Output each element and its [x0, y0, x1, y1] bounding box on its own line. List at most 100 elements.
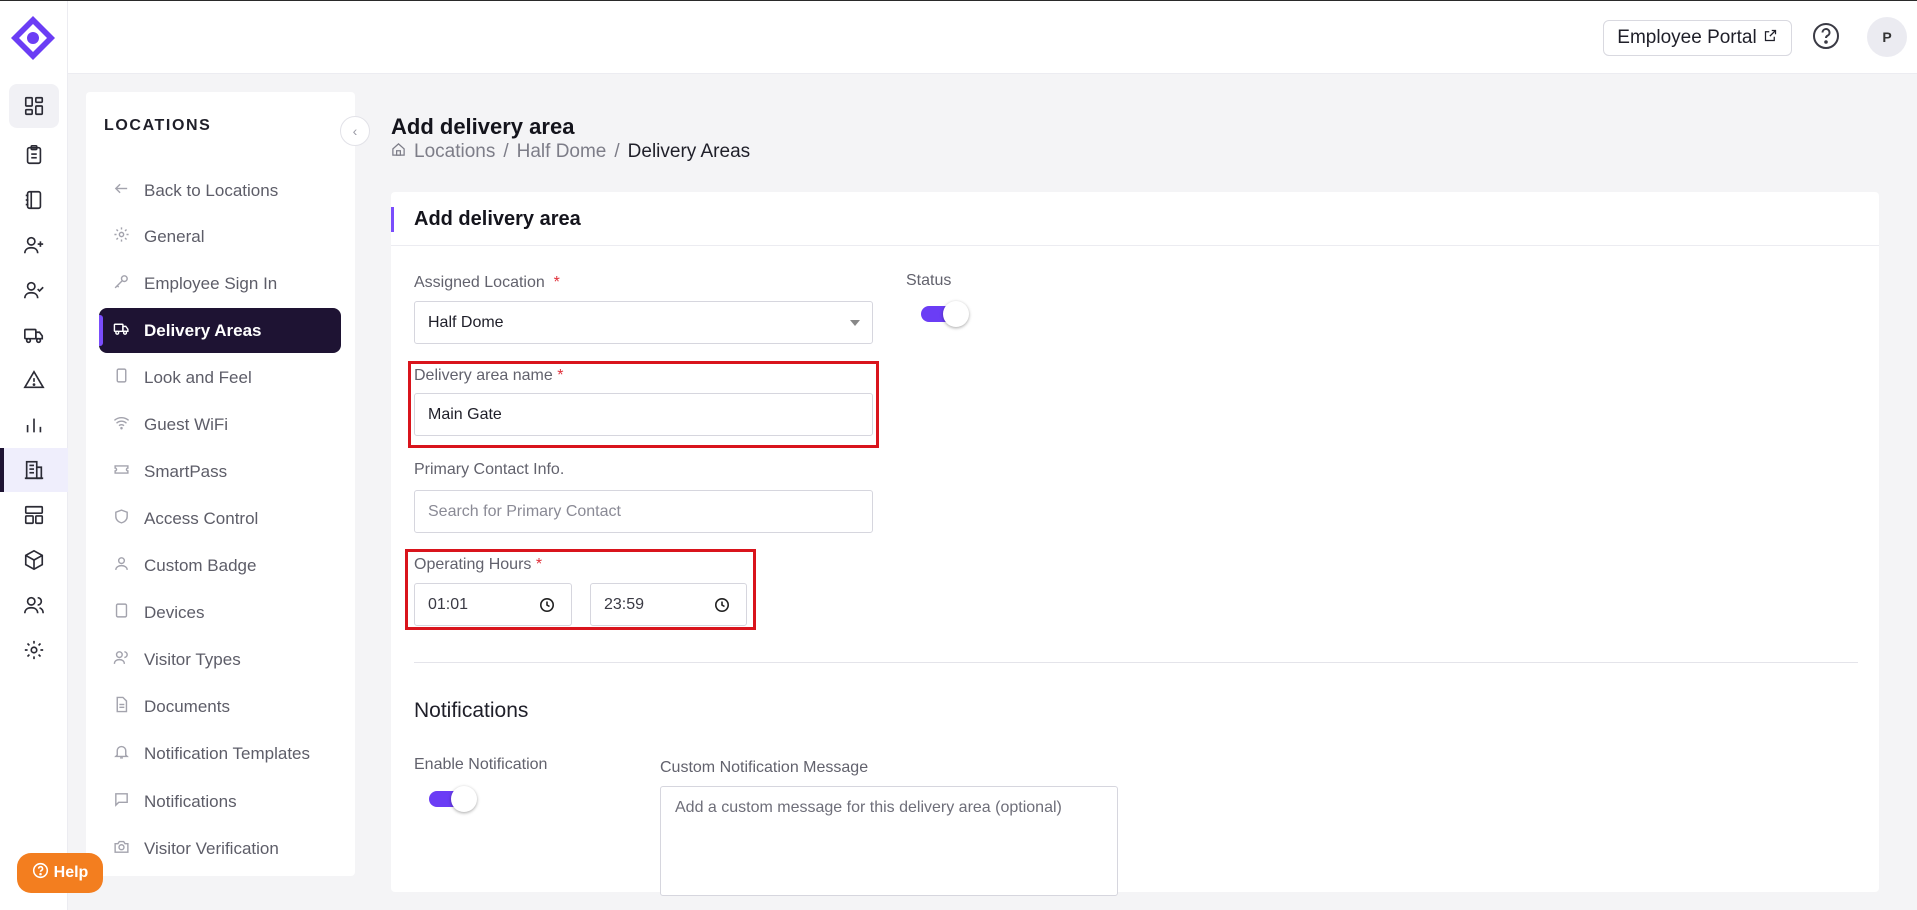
nav-notifications[interactable]: Notifications: [99, 779, 341, 824]
status-toggle[interactable]: [921, 299, 971, 329]
breadcrumb-separator: /: [503, 141, 509, 162]
arrow-left-icon: [113, 180, 130, 202]
device-icon: [113, 602, 130, 624]
shield-icon: [113, 508, 130, 530]
nav-employee-sign-in[interactable]: Employee Sign In: [99, 261, 341, 306]
highlight-box: [405, 549, 756, 630]
notifications-section-title: Notifications: [414, 699, 529, 722]
nav-delivery-areas[interactable]: Delivery Areas: [99, 308, 341, 353]
custom-message-label: Custom Notification Message: [660, 759, 869, 776]
bell-icon: [113, 743, 130, 765]
nav-visitor-verification[interactable]: Visitor Verification: [99, 826, 341, 871]
assigned-location-label: Assigned Location *: [414, 274, 560, 291]
status-label: Status: [906, 272, 952, 289]
breadcrumb-half-dome[interactable]: Half Dome: [517, 141, 607, 163]
card-header: Add delivery area: [391, 192, 1879, 246]
nav-item-label: Custom Badge: [144, 555, 257, 575]
nav-item-label: Documents: [144, 696, 230, 716]
user-check-icon[interactable]: [9, 268, 59, 312]
primary-contact-label: Primary Contact Info.: [414, 461, 565, 478]
nav-item-label: Look and Feel: [144, 367, 252, 387]
nav-visitor-types[interactable]: Visitor Types: [99, 637, 341, 682]
highlight-box: [408, 361, 879, 448]
ticket-icon: [113, 461, 130, 483]
breadcrumb: Locations / Half Dome / Delivery Areas: [391, 141, 750, 163]
nav-guest-wifi[interactable]: Guest WiFi: [99, 402, 341, 447]
custom-message-placeholder: Add a custom message for this delivery a…: [675, 799, 1062, 816]
breadcrumb-locations[interactable]: Locations: [414, 141, 495, 163]
key-icon: [113, 273, 130, 295]
layout-icon[interactable]: [9, 493, 59, 537]
package-icon[interactable]: [9, 538, 59, 582]
nav-smartpass[interactable]: SmartPass: [99, 449, 341, 494]
truck-icon: [113, 320, 130, 342]
nav-notification-templates[interactable]: Notification Templates: [99, 731, 341, 776]
primary-contact-placeholder: Search for Primary Contact: [428, 502, 621, 520]
form-card: Add delivery area: [391, 192, 1879, 892]
tablet-icon: [113, 367, 130, 389]
nav-item-label: Guest WiFi: [144, 414, 229, 434]
nav-access-control[interactable]: Access Control: [99, 496, 341, 541]
nav-item-label: Employee Sign In: [144, 273, 278, 293]
nav-item-label: Notification Templates: [144, 743, 310, 763]
gear-icon[interactable]: [9, 628, 59, 672]
building-icon[interactable]: [0, 448, 68, 492]
nav-item-label: Back to Locations: [144, 180, 279, 200]
nav-item-label: Visitor Verification: [144, 838, 279, 858]
primary-contact-input[interactable]: Search for Primary Contact: [414, 490, 873, 533]
home-icon[interactable]: [391, 141, 406, 163]
enable-notification-label: Enable Notification: [414, 756, 548, 773]
chevron-left-icon: ‹: [352, 123, 358, 139]
locations-subnav: LOCATIONS Back to Locations General Empl…: [86, 92, 355, 876]
nav-back-to-locations[interactable]: Back to Locations: [99, 168, 341, 213]
collapse-sidebar-button[interactable]: ‹: [340, 116, 370, 146]
assigned-location-value: Half Dome: [428, 313, 504, 331]
nav-documents[interactable]: Documents: [99, 684, 341, 729]
nav-item-label: Notifications: [144, 791, 237, 811]
nav-item-label: Delivery Areas: [144, 320, 262, 340]
warning-icon[interactable]: [9, 358, 59, 402]
truck-icon[interactable]: [9, 313, 59, 357]
nav-item-label: Visitor Types: [144, 649, 241, 669]
bar-chart-icon[interactable]: [9, 403, 59, 447]
users-icon[interactable]: [9, 583, 59, 627]
nav-item-label: SmartPass: [144, 461, 228, 481]
nav-custom-badge[interactable]: Custom Badge: [99, 543, 341, 588]
nav-item-label: Devices: [144, 602, 205, 622]
card-title: Add delivery area: [414, 208, 581, 230]
help-circle-icon: [32, 862, 49, 884]
help-question-icon[interactable]: [1811, 21, 1841, 51]
nav-item-label: General: [144, 226, 205, 246]
chat-icon: [113, 791, 130, 813]
assigned-location-select[interactable]: Half Dome: [414, 301, 873, 344]
notebook-icon[interactable]: [9, 178, 59, 222]
help-button[interactable]: Help: [17, 853, 103, 893]
external-link-icon: [1763, 27, 1778, 49]
user-icon: [113, 555, 130, 577]
help-label: Help: [53, 864, 89, 881]
custom-message-textarea[interactable]: Add a custom message for this delivery a…: [660, 786, 1118, 896]
document-icon: [113, 696, 130, 718]
icon-rail: [0, 1, 68, 910]
clipboard-icon[interactable]: [9, 133, 59, 177]
camera-icon: [113, 838, 130, 860]
top-bar: Employee Portal P: [68, 1, 1917, 74]
page-title: Add delivery area: [391, 114, 575, 139]
caret-down-icon: [850, 320, 860, 326]
breadcrumb-delivery-areas: Delivery Areas: [627, 141, 751, 162]
dashboard-icon[interactable]: [9, 84, 59, 128]
section-divider: [414, 662, 1858, 663]
nav-devices[interactable]: Devices: [99, 590, 341, 635]
nav-item-label: Access Control: [144, 508, 259, 528]
wifi-icon: [113, 414, 130, 436]
subnav-title: LOCATIONS: [104, 117, 212, 134]
user-plus-icon[interactable]: [9, 223, 59, 267]
nav-look-and-feel[interactable]: Look and Feel: [99, 355, 341, 400]
enable-notification-toggle[interactable]: [429, 784, 479, 814]
avatar[interactable]: P: [1867, 17, 1907, 57]
employee-portal-label: Employee Portal: [1617, 27, 1757, 48]
nav-general[interactable]: General: [99, 214, 341, 259]
employee-portal-button[interactable]: Employee Portal: [1603, 20, 1792, 56]
gear-icon: [113, 226, 130, 248]
app-logo-icon[interactable]: [9, 14, 57, 62]
